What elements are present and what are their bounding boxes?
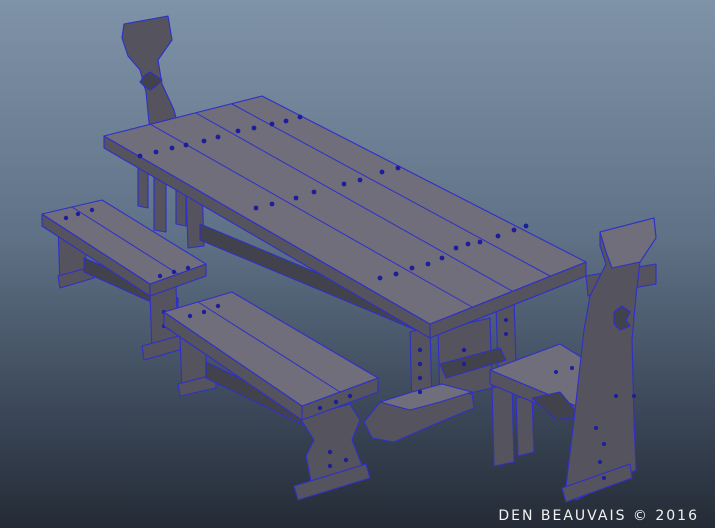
furniture-render [41,15,657,503]
viewport: DEN BEAUVAIS © 2016 [0,0,715,528]
front-chair-leg-back [491,381,515,467]
front-bench [163,291,379,501]
front-chair-backrest-notch [613,305,631,331]
credit-watermark: DEN BEAUVAIS © 2016 [498,508,699,524]
front-chair-leg-mid [515,393,535,457]
